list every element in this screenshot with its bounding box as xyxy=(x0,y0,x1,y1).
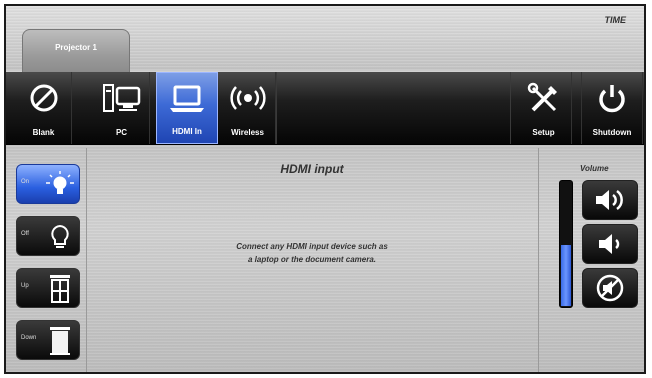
mute-icon xyxy=(596,274,624,302)
down-label: Down xyxy=(21,335,37,341)
volume-label: Volume xyxy=(580,164,609,173)
screen-down-button[interactable]: Down xyxy=(16,320,80,360)
wireless-icon xyxy=(229,86,266,110)
volume-down-icon xyxy=(599,234,620,254)
pc-button[interactable]: PC xyxy=(94,72,150,144)
tab-projector-1[interactable]: Projector 1 xyxy=(22,29,130,74)
setup-button[interactable]: Setup xyxy=(516,72,572,144)
pc-label: PC xyxy=(115,128,128,137)
source-toolbar: Blank PC HDMI In Wireless Setup Shutdown xyxy=(6,72,644,145)
volume-down-button[interactable] xyxy=(582,224,638,264)
blank-label: Blank xyxy=(32,128,55,137)
volume-level-bar[interactable] xyxy=(559,180,573,308)
on-label: On xyxy=(21,179,30,185)
hdmi-in-label: HDMI In xyxy=(172,127,202,136)
off-label: Off xyxy=(21,231,29,237)
clock: TIME xyxy=(604,15,627,25)
tab-label: Projector 1 xyxy=(55,43,97,52)
toolbar-divider xyxy=(276,72,277,144)
touch-panel: TIME Projector 1 Blank PC HDMI In Wirele… xyxy=(4,4,646,374)
page-title: HDMI input xyxy=(280,162,344,176)
toolbar-divider xyxy=(510,72,511,144)
blank-icon xyxy=(30,84,57,112)
shutdown-button[interactable]: Shutdown xyxy=(581,72,643,144)
display-off-button[interactable]: Off xyxy=(16,216,80,256)
setup-label: Setup xyxy=(532,128,555,137)
pc-icon xyxy=(102,84,140,112)
screen-down-icon xyxy=(50,327,70,355)
laptop-icon xyxy=(170,85,204,112)
screen-up-button[interactable]: Up xyxy=(16,268,80,308)
hdmi-in-button[interactable]: HDMI In xyxy=(156,72,218,144)
instruction-line-1: Connect any HDMI input device such as xyxy=(236,242,388,251)
volume-level-fill xyxy=(561,245,571,306)
wireless-button[interactable]: Wireless xyxy=(220,72,276,144)
lightbulb-off-icon xyxy=(51,224,69,248)
instruction-line-2: a laptop or the document camera. xyxy=(247,255,377,264)
power-icon xyxy=(599,85,625,113)
shutdown-label: Shutdown xyxy=(592,128,632,137)
instruction-text: Connect any HDMI input device such as a … xyxy=(86,240,538,266)
mute-button[interactable] xyxy=(582,268,638,308)
up-label: Up xyxy=(21,283,29,289)
blank-button[interactable]: Blank xyxy=(16,72,72,144)
wireless-label: Wireless xyxy=(231,128,264,137)
tools-icon xyxy=(527,82,557,112)
display-on-button[interactable]: On xyxy=(16,164,80,204)
screen-up-icon xyxy=(50,275,70,303)
volume-up-icon xyxy=(596,189,623,211)
volume-up-button[interactable] xyxy=(582,180,638,220)
lightbulb-on-icon xyxy=(46,171,74,194)
